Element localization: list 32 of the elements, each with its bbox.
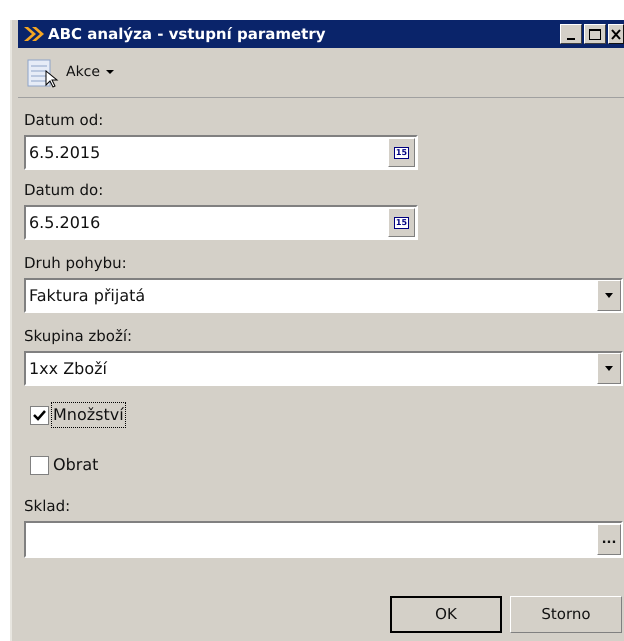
field-label: Datum od: bbox=[24, 110, 104, 131]
dropdown-field[interactable]: Faktura přijatá bbox=[24, 278, 623, 313]
field-label: Datum do: bbox=[24, 180, 104, 201]
minimize-button[interactable] bbox=[560, 24, 582, 44]
checkbox-label[interactable]: Obrat bbox=[51, 452, 100, 478]
dialog-button[interactable]: Storno bbox=[510, 596, 622, 633]
checkbox[interactable] bbox=[30, 456, 49, 474]
dialog-button[interactable]: OK bbox=[390, 596, 502, 633]
checkbox-label[interactable]: Množství bbox=[51, 402, 126, 428]
check-icon bbox=[33, 410, 46, 420]
calendar-button[interactable]: 15 bbox=[388, 208, 415, 237]
calendar-button[interactable]: 15 bbox=[388, 138, 415, 167]
caret-icon bbox=[604, 366, 614, 372]
checkbox[interactable] bbox=[30, 406, 49, 424]
dropdown-button[interactable] bbox=[597, 353, 621, 384]
maximize-button[interactable] bbox=[584, 24, 606, 44]
close-icon bbox=[610, 28, 622, 40]
caret-icon bbox=[106, 70, 114, 75]
dropdown-button[interactable] bbox=[597, 280, 621, 311]
browse-button[interactable]: ... bbox=[597, 524, 621, 555]
app-logo-icon bbox=[22, 24, 44, 44]
input-field[interactable]: ... bbox=[24, 521, 623, 558]
field-label: Sklad: bbox=[24, 496, 72, 517]
caret-icon bbox=[604, 292, 614, 298]
date-field[interactable]: 6.5.2015 15 bbox=[24, 135, 418, 170]
field-label: Skupina zboží: bbox=[24, 326, 134, 347]
dropdown-field[interactable]: 1xx Zboží bbox=[24, 351, 623, 386]
date-field[interactable]: 6.5.2016 15 bbox=[24, 205, 418, 240]
actions-menu-button[interactable]: Akce bbox=[26, 56, 114, 90]
field-label: Druh pohybu: bbox=[24, 253, 128, 274]
close-button[interactable] bbox=[608, 24, 624, 44]
window-title: ABC analýza - vstupní parametry bbox=[48, 24, 326, 45]
